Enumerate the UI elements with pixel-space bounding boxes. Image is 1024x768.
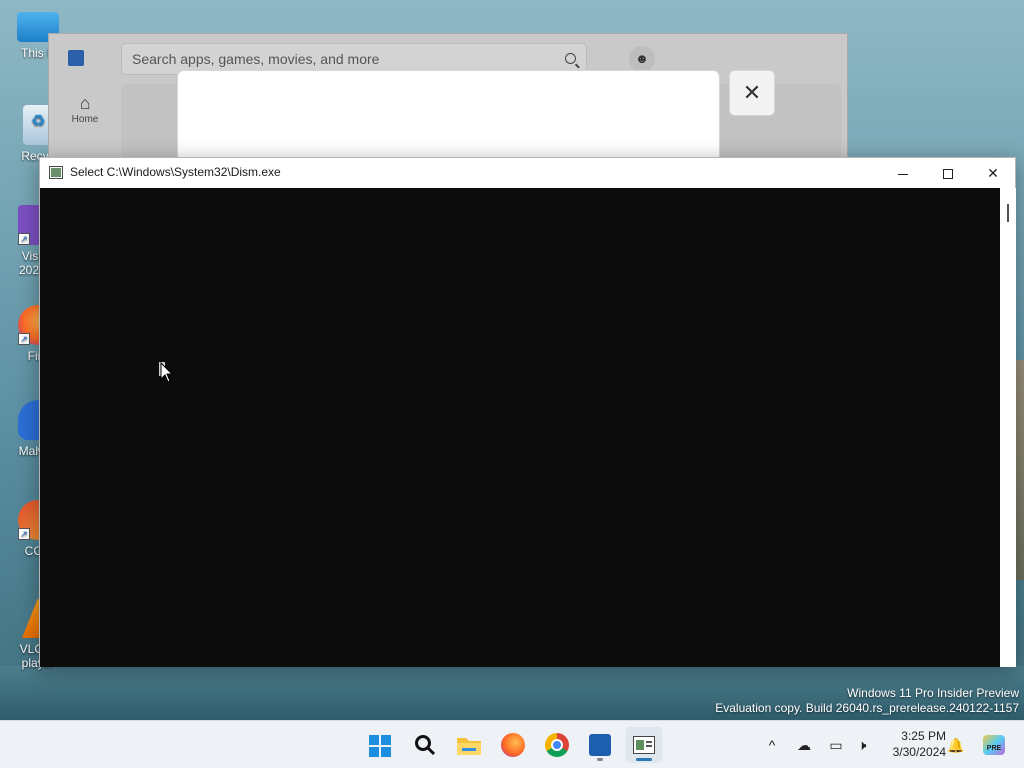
shortcut-arrow-icon: ↗: [18, 233, 30, 245]
home-icon: ⌂: [79, 93, 91, 113]
store-window: Search apps, games, movies, and more ☻ ⌂…: [48, 33, 848, 170]
search-icon: [415, 735, 436, 756]
watermark-line-edition: Windows 11 Pro Insider Preview: [847, 686, 1019, 700]
store-button[interactable]: [582, 727, 618, 763]
folder-icon: [457, 738, 481, 755]
firefox-button[interactable]: [495, 727, 531, 763]
network-icon[interactable]: ▭: [826, 735, 846, 755]
search-button[interactable]: [407, 727, 443, 763]
shortcut-arrow-icon: ↗: [18, 528, 30, 540]
console-icon: [633, 736, 655, 754]
insider-pre-badge-label: PRE: [983, 735, 1005, 755]
taskbar: ^ ☁ ▭ 🕨 3:25 PM 3/30/2024 🔔 PRE: [0, 720, 1024, 768]
evaluation-watermark: Windows 11 Pro Insider Preview Evaluatio…: [715, 686, 1019, 716]
console-scrollbar[interactable]: [1000, 188, 1016, 667]
chrome-icon: [545, 733, 569, 757]
store-icon: [589, 734, 611, 756]
store-nav-home-label: Home: [71, 114, 99, 125]
store-dialog-close-button[interactable]: ✕: [729, 70, 775, 116]
windows-logo-icon: [369, 735, 391, 758]
store-search-placeholder: Search apps, games, movies, and more: [132, 51, 380, 67]
profile-icon[interactable]: ☻: [629, 46, 655, 72]
firefox-icon: [501, 733, 525, 757]
maximize-button[interactable]: [925, 158, 971, 188]
notification-bell-icon[interactable]: 🔔: [946, 735, 966, 755]
onedrive-offline-icon[interactable]: ☁: [794, 735, 814, 755]
running-indicator: [597, 758, 603, 761]
clock-time: 3:25 PM: [901, 729, 946, 743]
active-indicator: [636, 758, 652, 761]
file-explorer-button[interactable]: [451, 727, 487, 763]
console-window[interactable]: Select C:\Windows\System32\Dism.exe ✕: [39, 157, 1016, 667]
watermark-line-build: Evaluation copy. Build 26040.rs_prerelea…: [715, 701, 1019, 715]
search-icon[interactable]: [565, 53, 576, 64]
minimize-icon: [898, 173, 908, 175]
console-app-icon[interactable]: [49, 166, 63, 179]
console-title: Select C:\Windows\System32\Dism.exe: [70, 165, 281, 179]
store-nav-home[interactable]: ⌂ Home: [63, 92, 107, 138]
maximize-icon: [943, 169, 953, 180]
minimize-button[interactable]: [880, 158, 926, 188]
mouse-pointer-icon: [160, 362, 174, 383]
scrollbar-thumb[interactable]: [1007, 204, 1009, 222]
taskbar-clock[interactable]: 3:25 PM 3/30/2024: [880, 728, 946, 760]
console-output-area[interactable]: [40, 188, 1000, 667]
shortcut-arrow-icon: ↗: [18, 333, 30, 345]
console-titlebar[interactable]: Select C:\Windows\System32\Dism.exe ✕: [40, 158, 1015, 188]
console-button[interactable]: [626, 727, 662, 763]
start-button[interactable]: [362, 727, 398, 763]
insider-pre-badge[interactable]: PRE: [980, 735, 1008, 755]
close-button[interactable]: ✕: [970, 158, 1016, 188]
show-hidden-icons-chevron-icon[interactable]: ^: [762, 735, 782, 755]
volume-muted-icon[interactable]: 🕨: [852, 735, 872, 755]
clock-date: 3/30/2024: [892, 745, 946, 759]
store-logo-icon: [68, 50, 84, 66]
store-dialog: [177, 70, 720, 170]
chrome-button[interactable]: [539, 727, 575, 763]
